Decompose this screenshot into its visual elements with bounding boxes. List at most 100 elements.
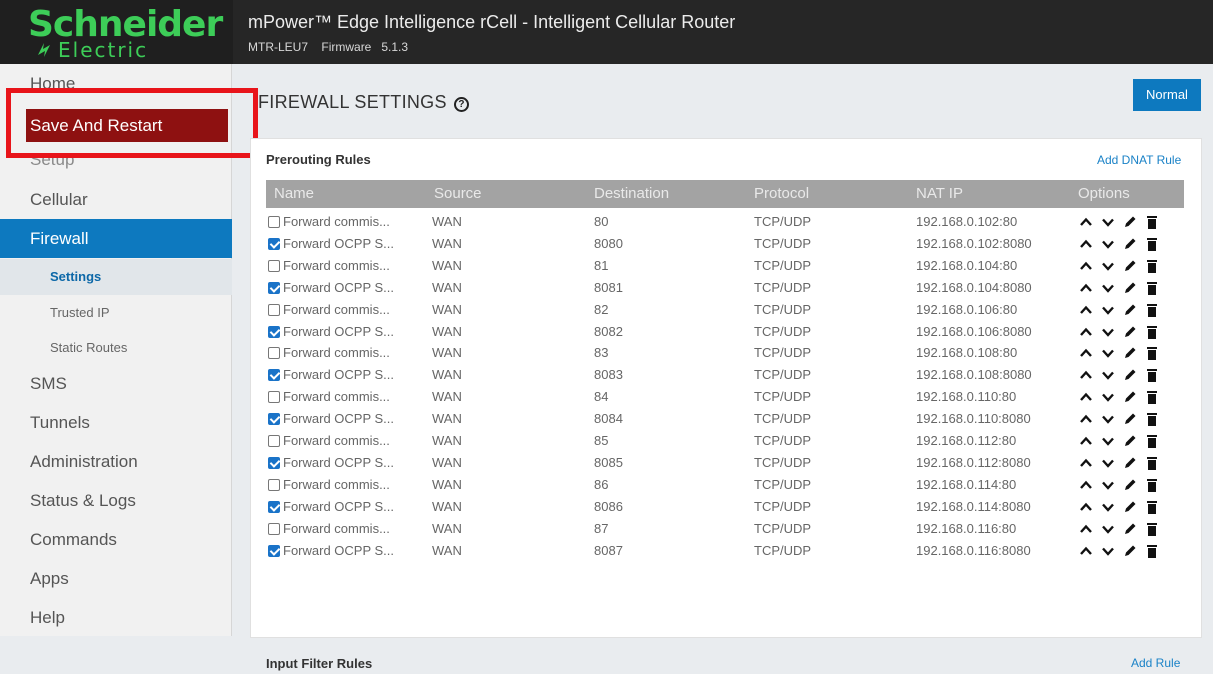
move-down-icon[interactable] xyxy=(1100,499,1116,515)
trash-delete-icon[interactable] xyxy=(1144,411,1160,427)
pencil-edit-icon[interactable] xyxy=(1122,499,1138,515)
move-down-icon[interactable] xyxy=(1100,521,1116,537)
move-up-icon[interactable] xyxy=(1078,543,1094,559)
pencil-edit-icon[interactable] xyxy=(1122,236,1138,252)
pencil-edit-icon[interactable] xyxy=(1122,302,1138,318)
move-down-icon[interactable] xyxy=(1100,389,1116,405)
move-up-icon[interactable] xyxy=(1078,236,1094,252)
add-dnat-rule-link[interactable]: Add DNAT Rule xyxy=(1097,153,1181,167)
rule-enabled-checkbox[interactable] xyxy=(268,281,280,294)
move-down-icon[interactable] xyxy=(1100,543,1116,559)
sidebar-item-apps[interactable]: Apps xyxy=(0,559,232,598)
move-up-icon[interactable] xyxy=(1078,367,1094,383)
trash-delete-icon[interactable] xyxy=(1144,345,1160,361)
pencil-edit-icon[interactable] xyxy=(1122,411,1138,427)
pencil-edit-icon[interactable] xyxy=(1122,367,1138,383)
move-up-icon[interactable] xyxy=(1078,455,1094,471)
move-down-icon[interactable] xyxy=(1100,345,1116,361)
trash-delete-icon[interactable] xyxy=(1144,433,1160,449)
mode-toggle-button[interactable]: Normal xyxy=(1133,79,1201,111)
trash-delete-icon[interactable] xyxy=(1144,367,1160,383)
move-down-icon[interactable] xyxy=(1100,236,1116,252)
rule-enabled-checkbox[interactable] xyxy=(268,544,280,557)
rule-enabled-checkbox[interactable] xyxy=(268,456,280,469)
rule-enabled-checkbox[interactable] xyxy=(268,500,280,513)
rule-enabled-checkbox[interactable] xyxy=(268,216,280,228)
sidebar-subitem-settings[interactable]: Settings xyxy=(0,259,232,295)
move-up-icon[interactable] xyxy=(1078,324,1094,340)
pencil-edit-icon[interactable] xyxy=(1122,521,1138,537)
trash-delete-icon[interactable] xyxy=(1144,521,1160,537)
trash-delete-icon[interactable] xyxy=(1144,455,1160,471)
trash-delete-icon[interactable] xyxy=(1144,389,1160,405)
move-up-icon[interactable] xyxy=(1078,389,1094,405)
trash-delete-icon[interactable] xyxy=(1144,214,1160,230)
sidebar-item-sms[interactable]: SMS xyxy=(0,364,232,403)
schneider-logo[interactable]: Schneider Electric xyxy=(0,0,233,64)
move-up-icon[interactable] xyxy=(1078,477,1094,493)
move-up-icon[interactable] xyxy=(1078,499,1094,515)
rule-enabled-checkbox[interactable] xyxy=(268,435,280,447)
move-up-icon[interactable] xyxy=(1078,411,1094,427)
pencil-edit-icon[interactable] xyxy=(1122,324,1138,340)
rule-enabled-checkbox[interactable] xyxy=(268,259,280,272)
rule-options xyxy=(1078,386,1168,408)
trash-delete-icon[interactable] xyxy=(1144,499,1160,515)
trash-delete-icon[interactable] xyxy=(1144,258,1160,274)
rule-enabled-checkbox[interactable] xyxy=(268,347,280,360)
rule-enabled-checkbox[interactable] xyxy=(268,413,280,426)
rule-options xyxy=(1078,452,1168,474)
move-down-icon[interactable] xyxy=(1100,280,1116,296)
pencil-edit-icon[interactable] xyxy=(1122,214,1138,230)
rule-enabled-checkbox[interactable] xyxy=(268,325,280,338)
move-down-icon[interactable] xyxy=(1100,214,1116,230)
move-up-icon[interactable] xyxy=(1078,433,1094,449)
move-up-icon[interactable] xyxy=(1078,280,1094,296)
move-down-icon[interactable] xyxy=(1100,324,1116,340)
move-down-icon[interactable] xyxy=(1100,302,1116,318)
move-up-icon[interactable] xyxy=(1078,345,1094,361)
pencil-edit-icon[interactable] xyxy=(1122,258,1138,274)
trash-delete-icon[interactable] xyxy=(1144,236,1160,252)
sidebar-item-commands[interactable]: Commands xyxy=(0,520,232,559)
rule-enabled-checkbox[interactable] xyxy=(268,369,280,382)
pencil-edit-icon[interactable] xyxy=(1122,280,1138,296)
move-down-icon[interactable] xyxy=(1100,433,1116,449)
trash-delete-icon[interactable] xyxy=(1144,280,1160,296)
pencil-edit-icon[interactable] xyxy=(1122,543,1138,559)
move-down-icon[interactable] xyxy=(1100,258,1116,274)
sidebar-subitem-trusted-ip[interactable]: Trusted IP xyxy=(0,295,232,331)
sidebar-item-firewall[interactable]: Firewall xyxy=(0,219,232,258)
pencil-edit-icon[interactable] xyxy=(1122,345,1138,361)
move-up-icon[interactable] xyxy=(1078,258,1094,274)
rule-enabled-checkbox[interactable] xyxy=(268,391,280,404)
move-down-icon[interactable] xyxy=(1100,455,1116,471)
table-row: Forward commis... WAN 85 TCP/UDP 192.168.0.1… xyxy=(266,430,1184,452)
trash-delete-icon[interactable] xyxy=(1144,324,1160,340)
move-up-icon[interactable] xyxy=(1078,302,1094,318)
sidebar-item-cellular[interactable]: Cellular xyxy=(0,180,232,219)
trash-delete-icon[interactable] xyxy=(1144,302,1160,318)
rule-enabled-checkbox[interactable] xyxy=(268,522,280,535)
rule-enabled-checkbox[interactable] xyxy=(268,303,280,316)
move-down-icon[interactable] xyxy=(1100,477,1116,493)
move-down-icon[interactable] xyxy=(1100,411,1116,427)
help-icon[interactable]: ? xyxy=(454,97,470,112)
move-up-icon[interactable] xyxy=(1078,521,1094,537)
trash-delete-icon[interactable] xyxy=(1144,477,1160,493)
move-up-icon[interactable] xyxy=(1078,214,1094,230)
sidebar-subitem-static-routes[interactable]: Static Routes xyxy=(0,330,232,366)
trash-delete-icon[interactable] xyxy=(1144,543,1160,559)
sidebar-item-help[interactable]: Help xyxy=(0,598,232,637)
rule-enabled-checkbox[interactable] xyxy=(268,237,280,250)
add-rule-link[interactable]: Add Rule xyxy=(1131,656,1180,670)
sidebar-item-administration[interactable]: Administration xyxy=(0,442,232,481)
rule-enabled-checkbox[interactable] xyxy=(268,478,280,491)
sidebar-item-status-logs[interactable]: Status & Logs xyxy=(0,481,232,520)
pencil-edit-icon[interactable] xyxy=(1122,455,1138,471)
pencil-edit-icon[interactable] xyxy=(1122,433,1138,449)
move-down-icon[interactable] xyxy=(1100,367,1116,383)
pencil-edit-icon[interactable] xyxy=(1122,477,1138,493)
sidebar-item-tunnels[interactable]: Tunnels xyxy=(0,403,232,442)
pencil-edit-icon[interactable] xyxy=(1122,389,1138,405)
